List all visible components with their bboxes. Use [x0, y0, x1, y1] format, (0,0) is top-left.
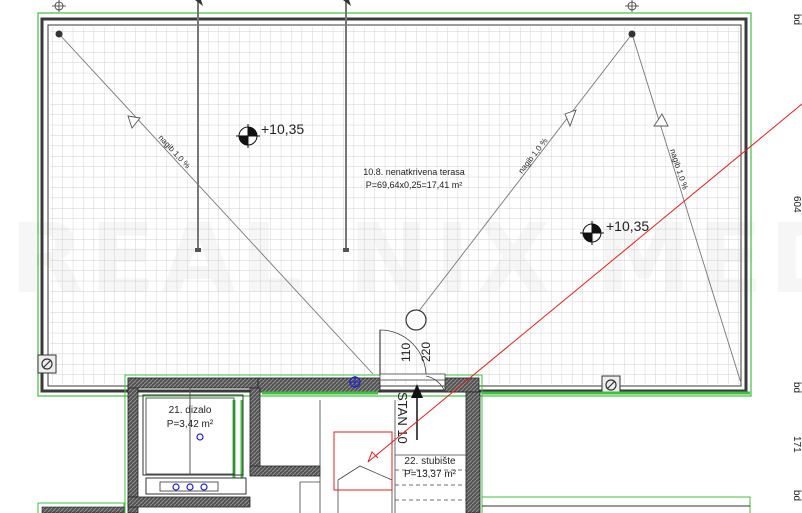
- slope-origin-left: [55, 30, 63, 38]
- survey-marker-right: [625, 0, 639, 12]
- elevator-name: 21. dizalo: [169, 405, 212, 416]
- level-label-left: +10,35: [261, 121, 304, 137]
- margin-dim-a: 604: [791, 196, 802, 213]
- margin-mid-label: bd: [791, 382, 802, 393]
- terrace-tile-grid: [50, 27, 740, 384]
- drain-symbol-right: [601, 375, 621, 395]
- elevator-area: P=3,42 m²: [167, 419, 214, 430]
- lower-right-block: [481, 496, 751, 513]
- terrace-area: P=69,64x0,25=17,41 m²: [366, 180, 463, 190]
- door-dim-2: 220: [419, 342, 433, 362]
- lower-left-block: [37, 502, 125, 513]
- drain-symbol-left: [37, 354, 57, 374]
- margin-top-label: bd: [791, 14, 802, 25]
- stairs-area: P=13,37 m²: [404, 469, 457, 480]
- margin-bottom-label: bd: [791, 490, 802, 501]
- survey-marker-left: [52, 0, 66, 12]
- stair-opening-red: [333, 431, 393, 491]
- terrace-name: 10.8. nenatkrivena terasa: [363, 167, 465, 177]
- margin-dim-b: 171: [791, 436, 802, 453]
- stair-direction-label: STAN 10: [395, 392, 410, 444]
- door-dim-1: 110: [399, 343, 413, 362]
- level-label-right: +10,35: [606, 218, 649, 234]
- stairs-name: 22. stubište: [404, 456, 456, 467]
- elevator-shaft: [142, 388, 247, 495]
- slope-origin-right: [628, 30, 636, 38]
- column-circle: [405, 309, 427, 331]
